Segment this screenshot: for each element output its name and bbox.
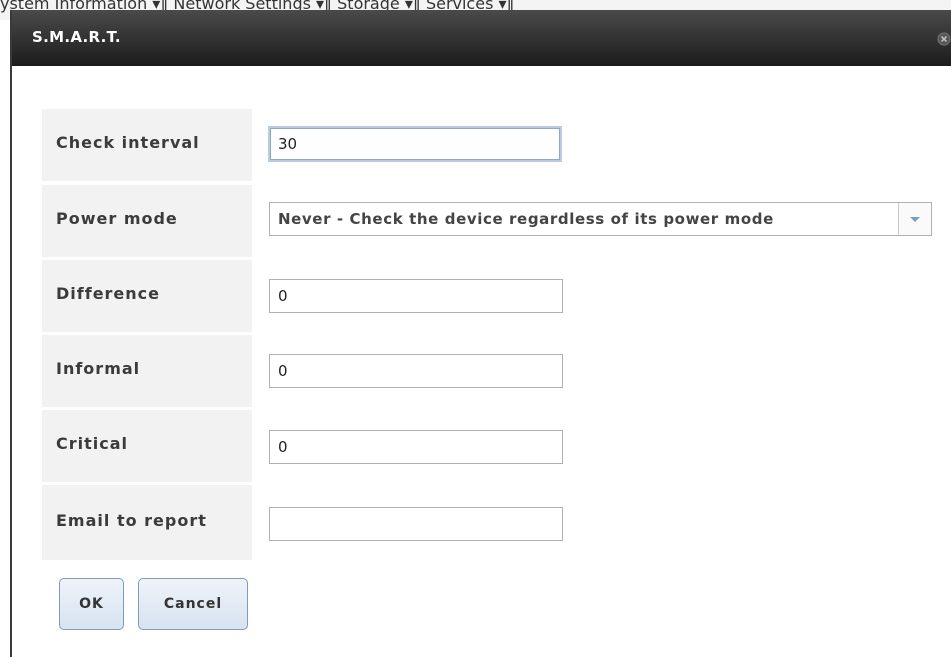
email-to-report-field[interactable] <box>269 507 563 541</box>
close-icon[interactable] <box>937 32 951 46</box>
critical-label-cell: Critical <box>42 410 252 482</box>
power-mode-select[interactable]: Never - Check the device regardless of i… <box>269 202 932 236</box>
dialog-title: S.M.A.R.T. <box>32 28 121 46</box>
power-mode-selected-value: Never - Check the device regardless of i… <box>278 210 774 228</box>
informal-label: Informal <box>56 359 141 378</box>
power-mode-label-cell: Power mode <box>42 185 252 257</box>
power-mode-label: Power mode <box>56 209 178 228</box>
difference-label-cell: Difference <box>42 260 252 332</box>
check-interval-label: Check interval <box>56 133 200 152</box>
difference-field[interactable]: 0 <box>269 279 563 313</box>
informal-label-cell: Informal <box>42 335 252 407</box>
critical-label: Critical <box>56 434 129 453</box>
critical-field[interactable]: 0 <box>269 430 563 464</box>
ok-button[interactable]: OK <box>59 578 124 630</box>
informal-field[interactable]: 0 <box>269 354 563 388</box>
dialog-titlebar: S.M.A.R.T. <box>12 10 951 66</box>
cancel-button[interactable]: Cancel <box>138 578 248 630</box>
email-to-report-label-cell: Email to report <box>42 485 252 560</box>
chevron-down-icon[interactable] <box>898 203 931 235</box>
difference-label: Difference <box>56 284 161 303</box>
check-interval-label-cell: Check interval <box>42 109 252 181</box>
check-interval-field[interactable]: 30 <box>268 126 562 162</box>
email-to-report-label: Email to report <box>56 511 207 530</box>
